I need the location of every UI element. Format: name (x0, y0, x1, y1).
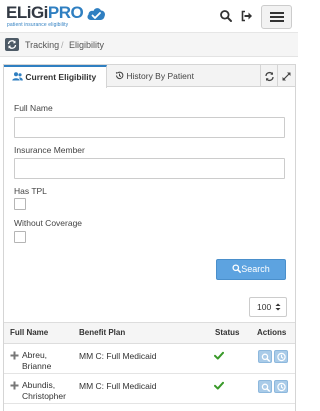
without-coverage-label: Without Coverage (14, 218, 83, 228)
view-button[interactable] (258, 380, 272, 393)
plus-icon[interactable] (10, 351, 19, 360)
logo-wordmark: ELiGiPRO (6, 3, 84, 22)
search-button-label: Search (241, 264, 270, 274)
tab-history-by-patient-label: History By Patient (126, 71, 194, 81)
logo-tagline: patient insurance eligibility (7, 22, 69, 28)
expand-icon (282, 72, 291, 81)
has-tpl-checkbox[interactable] (14, 198, 26, 210)
search-icon (261, 353, 271, 362)
clock-icon (277, 382, 286, 392)
tab-bar: Current Eligibility History By Patient (4, 65, 295, 88)
search-icon[interactable] (219, 9, 233, 23)
tab-current-eligibility-label: Current Eligibility (25, 72, 97, 82)
column-benefit-plan[interactable]: Benefit Plan (79, 323, 125, 343)
page-size-select[interactable]: 100 (249, 297, 287, 317)
breadcrumb-separator: / (61, 40, 64, 50)
insurance-member-input[interactable] (14, 158, 285, 179)
breadcrumb-eligibility: Eligibility (69, 40, 105, 50)
page-size-value: 100 (257, 302, 272, 312)
table-header: Full Name Benefit Plan Status Actions (4, 322, 295, 344)
breadcrumb: Tracking / Eligibility (0, 33, 298, 57)
without-coverage-checkbox[interactable] (14, 231, 26, 243)
eligipro-logo[interactable]: ELiGiPRO patient insurance eligibility (6, 3, 105, 30)
full-name-input[interactable] (14, 117, 285, 138)
tab-history-by-patient[interactable]: History By Patient (108, 65, 218, 87)
sign-out-icon[interactable] (240, 9, 254, 23)
patient-name: Abreu, Brianne (22, 350, 52, 371)
benefit-plan: MM C: Full Medicaid (79, 381, 157, 391)
panel-expand-button[interactable] (277, 65, 294, 87)
view-button[interactable] (258, 350, 272, 363)
search-icon (232, 264, 242, 273)
clock-icon (277, 352, 286, 362)
check-icon (214, 351, 224, 360)
history-button[interactable] (274, 350, 288, 363)
tab-current-eligibility[interactable]: Current Eligibility (4, 65, 107, 88)
search-icon (261, 383, 271, 392)
menu-icon-bar (270, 20, 284, 22)
plus-icon[interactable] (10, 381, 19, 390)
benefit-plan: MM C: Full Medicaid (79, 351, 157, 361)
column-status[interactable]: Status (215, 323, 239, 343)
menu-icon-bar (270, 12, 284, 14)
column-full-name[interactable]: Full Name (10, 323, 48, 343)
patient-name: Abundis, Christopher (22, 380, 66, 401)
full-name-label: Full Name (14, 103, 53, 113)
breadcrumb-tracking[interactable]: Tracking (25, 40, 59, 50)
top-navbar: ELiGiPRO patient insurance eligibility (0, 0, 298, 33)
column-actions: Actions (257, 328, 287, 337)
history-button[interactable] (274, 380, 288, 393)
search-button[interactable]: Search (216, 259, 286, 280)
eligibility-panel: Current Eligibility History By Patient F… (3, 64, 296, 411)
has-tpl-label: Has TPL (14, 186, 47, 196)
table-row: Abundis, Christopher MM C: Full Medicaid (4, 374, 295, 404)
refresh-icon (265, 71, 274, 82)
menu-icon-bar (270, 16, 284, 18)
check-icon (214, 381, 224, 390)
refresh-icon[interactable] (5, 38, 19, 51)
menu-toggle-button[interactable] (261, 5, 292, 29)
insurance-member-label: Insurance Member (14, 145, 85, 155)
table-row: Abreu, Brianne MM C: Full Medicaid (4, 344, 295, 374)
panel-refresh-button[interactable] (260, 65, 277, 87)
sort-caret-icon (275, 303, 281, 311)
cloud-check-icon (87, 8, 105, 20)
users-icon (12, 72, 23, 81)
history-icon (115, 71, 124, 80)
